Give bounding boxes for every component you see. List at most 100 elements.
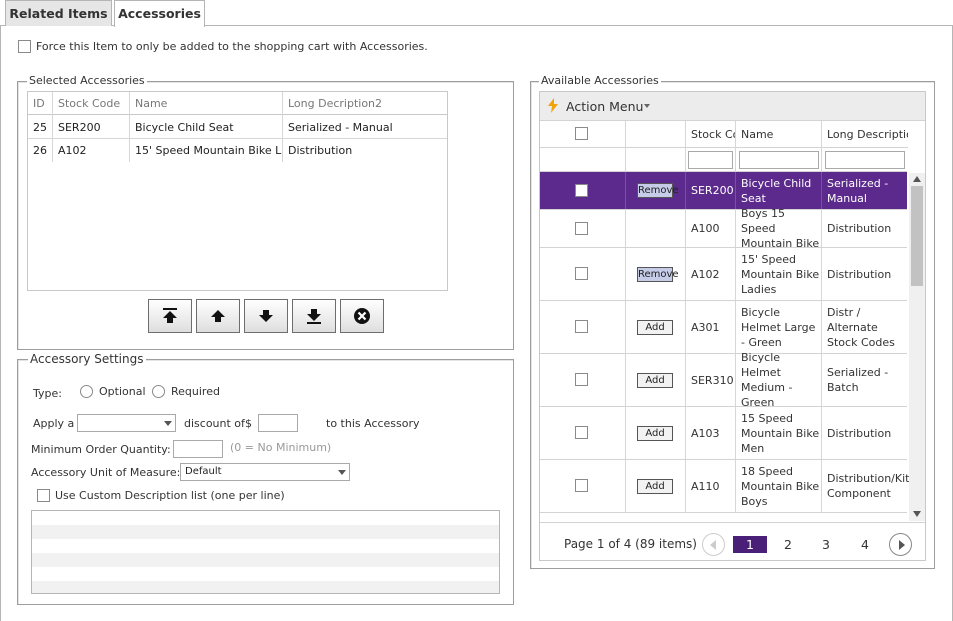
move-bottom-button[interactable] [292, 299, 336, 333]
next-page-button[interactable] [889, 533, 912, 556]
column-header-id[interactable]: ID [28, 92, 53, 115]
available-accessories-legend: Available Accessories [539, 74, 661, 87]
column-divider [625, 121, 626, 171]
column-divider [821, 248, 822, 300]
column-divider [735, 248, 736, 300]
cell-name: 15' Speed Mountain Bike Ladies [741, 252, 820, 296]
cell-long-description: Distribution [827, 426, 892, 440]
remove-button[interactable]: Remove [637, 267, 679, 282]
row-checkbox[interactable] [575, 426, 588, 439]
filter-stock-code-input[interactable] [688, 151, 733, 169]
column-divider [685, 354, 686, 406]
filter-name-input[interactable] [739, 151, 819, 169]
cell-stock-code: SER200 [58, 121, 101, 134]
column-header-long-description[interactable]: Long Decription2 [283, 92, 448, 115]
remove-accessory-button[interactable] [340, 299, 384, 333]
vertical-scrollbar[interactable] [909, 173, 925, 521]
table-row[interactable]: Remove SER200 Bicycle Child Seat Seriali… [540, 172, 907, 210]
tab-related-items[interactable]: Related Items [5, 0, 112, 26]
row-checkbox[interactable] [575, 184, 588, 197]
select-all-checkbox[interactable] [575, 127, 588, 140]
row-checkbox[interactable] [575, 222, 588, 235]
move-down-button[interactable] [244, 299, 288, 333]
table-row[interactable]: Add A110 18 Speed Mountain Bike Boys Dis… [540, 460, 909, 513]
remove-circle-icon [354, 308, 370, 324]
cell-name: 15' Speed Mountain Bike Ladies [135, 144, 282, 157]
column-divider [821, 460, 822, 512]
column-header-name[interactable]: Name [130, 92, 283, 115]
page-4-button[interactable]: 4 [848, 536, 882, 553]
action-column-header [626, 121, 686, 148]
prev-page-button[interactable] [702, 533, 725, 556]
cell-stock-code: A100 [691, 222, 720, 235]
column-header-stock-code[interactable]: Stock Code [53, 92, 130, 115]
column-divider [685, 121, 686, 171]
table-row[interactable]: Add A301 Bicycle Helmet Large - Green Di… [540, 301, 907, 354]
tab-accessories[interactable]: Accessories [114, 0, 205, 27]
add-button[interactable]: Add [637, 373, 673, 388]
scroll-up-icon[interactable] [913, 176, 921, 182]
discount-amount-input[interactable] [258, 414, 298, 432]
cell-id: 26 [33, 144, 47, 157]
table-row[interactable]: Remove A102 15' Speed Mountain Bike Ladi… [540, 248, 907, 301]
table-row[interactable]: Add A103 15 Speed Mountain Bike Men Dist… [540, 407, 907, 460]
add-button[interactable]: Add [637, 479, 673, 494]
table-row[interactable]: 26 A102 15' Speed Mountain Bike Ladies D… [28, 139, 447, 162]
move-down-icon [259, 310, 273, 322]
column-divider [685, 460, 686, 512]
column-divider [735, 354, 736, 406]
column-header-long-description[interactable]: Long Description [822, 121, 908, 148]
min-qty-input[interactable] [173, 440, 223, 458]
table-row[interactable]: 25 SER200 Bicycle Child Seat Serialized … [28, 116, 447, 139]
action-menu-button[interactable]: Action Menu [546, 97, 650, 115]
column-divider [735, 121, 736, 171]
add-button[interactable]: Add [637, 320, 673, 335]
custom-description-textarea[interactable] [31, 510, 500, 594]
pager: Page 1 of 4 (89 items) 1 2 3 4 [540, 522, 925, 560]
cell-long-description: Serialized - Manual [827, 176, 889, 205]
uom-label: Accessory Unit of Measure: [31, 466, 181, 479]
required-radio[interactable] [152, 385, 165, 398]
remove-button[interactable]: Remove [637, 183, 679, 198]
uom-select[interactable]: Default [180, 463, 350, 481]
filter-long-description-input[interactable] [825, 151, 905, 169]
type-label: Type: [33, 387, 62, 400]
table-row[interactable]: A100 Boys 15 Speed Mountain Bike Distrib… [540, 207, 907, 250]
move-up-button[interactable] [196, 299, 240, 333]
force-accessories-checkbox[interactable] [18, 40, 31, 53]
column-divider [735, 460, 736, 512]
cell-long-description: Serialized - Batch [827, 366, 889, 394]
discount-type-select[interactable] [77, 414, 176, 432]
add-button[interactable]: Add [637, 426, 673, 441]
column-header-stock-code[interactable]: Stock Co [686, 121, 736, 148]
column-header-name[interactable]: Name [736, 121, 822, 148]
table-row[interactable]: Add SER310 Bicycle Helmet Medium - Green… [540, 351, 907, 409]
chevron-down-icon [644, 104, 650, 108]
lightning-icon [548, 98, 558, 113]
cell-stock-code: A301 [691, 320, 720, 334]
tab-label: Accessories [118, 6, 201, 21]
scroll-down-icon[interactable] [913, 511, 921, 517]
column-divider [625, 248, 626, 300]
optional-radio[interactable] [80, 385, 93, 398]
pager-info: Page 1 of 4 (89 items) [564, 537, 697, 551]
column-divider [625, 460, 626, 512]
move-top-button[interactable] [148, 299, 192, 333]
column-divider [821, 172, 822, 209]
cell-name: Bicycle Helmet Medium - Green [741, 351, 793, 409]
page-2-button[interactable]: 2 [771, 536, 805, 553]
row-checkbox[interactable] [575, 320, 588, 333]
page-3-button[interactable]: 3 [809, 536, 843, 553]
column-divider [625, 210, 626, 247]
cell-stock-code: A102 [691, 267, 720, 281]
column-divider [821, 301, 822, 353]
custom-description-checkbox[interactable] [37, 489, 50, 502]
move-bottom-icon [307, 309, 321, 324]
column-divider [685, 210, 686, 247]
row-checkbox[interactable] [575, 373, 588, 386]
row-checkbox[interactable] [575, 267, 588, 280]
cell-stock-code: A110 [691, 479, 720, 493]
scrollbar-thumb[interactable] [911, 186, 923, 286]
page-1-button[interactable]: 1 [733, 536, 767, 553]
row-checkbox[interactable] [575, 479, 588, 492]
